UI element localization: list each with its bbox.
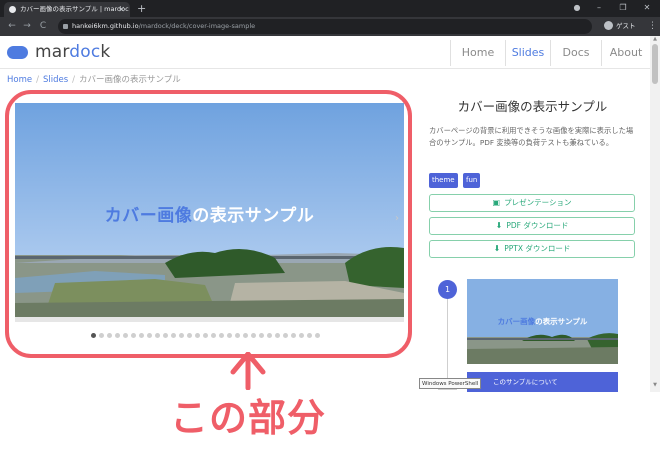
pptx-download-label: PPTX ダウンロード — [504, 244, 571, 253]
thumbnail-title-highlight: カバー画像 — [497, 317, 536, 326]
minimize-button[interactable]: – — [588, 0, 610, 17]
callout-text: この部分 — [170, 396, 327, 440]
arrow-icon — [230, 352, 266, 390]
taskbar-tooltip: Windows PowerShell — [419, 378, 482, 389]
browser-tab[interactable]: カバー画像の表示サンプル | mardoc ✕ — [4, 2, 130, 17]
download-icon: ⬇ — [495, 221, 503, 230]
slide-thumbnail[interactable]: カバー画像の表示サンプル — [467, 279, 618, 364]
tab-title: カバー画像の表示サンプル | mardoc — [20, 5, 129, 13]
nav-docs[interactable]: Docs — [551, 36, 601, 69]
breadcrumb: Home / Slides / カバー画像の表示サンプル — [7, 73, 181, 85]
thumbnail-title: カバー画像の表示サンプル — [467, 316, 618, 327]
browser-tab-bar: カバー画像の表示サンプル | mardoc ✕ + ● – ❐ ✕ — [0, 0, 660, 17]
timeline-step-number[interactable]: 1 — [438, 280, 457, 299]
pptx-download-button[interactable]: ⬇ PPTX ダウンロード — [429, 240, 635, 258]
deck-title: カバー画像の表示サンプル — [457, 99, 608, 114]
url-host: hankei6km.github.io — [72, 22, 139, 30]
deck-description: カバーページの背景に利用できそうな画像を実際に表示した場合のサンプル。PDF 変… — [429, 126, 634, 147]
tag-theme[interactable]: theme — [429, 173, 458, 188]
account-icon[interactable]: ● — [566, 0, 588, 17]
avatar-icon — [604, 21, 613, 30]
pdf-download-button[interactable]: ⬇ PDF ダウンロード — [429, 217, 635, 235]
breadcrumb-slides[interactable]: Slides — [43, 75, 68, 85]
favicon-icon — [9, 6, 16, 13]
logo-accent: doc — [69, 42, 101, 62]
profile-button[interactable]: ゲスト — [604, 20, 636, 33]
next-slide-card[interactable]: このサンプルについて — [467, 372, 618, 392]
thumbnail-title-rest: の表示サンプル — [535, 317, 588, 326]
presentation-label: プレゼンテーション — [504, 198, 572, 207]
url-path: /mardock/deck/cover-image-sample — [138, 22, 256, 30]
logo-icon[interactable] — [7, 46, 28, 59]
logo-part: mar — [35, 42, 70, 62]
pdf-download-label: PDF ダウンロード — [506, 221, 569, 230]
tag-fun[interactable]: fun — [463, 173, 481, 188]
close-tab-icon[interactable]: ✕ — [118, 2, 125, 17]
breadcrumb-current: カバー画像の表示サンプル — [79, 75, 181, 85]
breadcrumb-separator: / — [36, 75, 39, 85]
back-button[interactable]: ← — [5, 17, 19, 36]
download-icon: ⬇ — [493, 244, 501, 253]
site-header: mardock Home Slides Docs About — [0, 36, 650, 69]
logo-text[interactable]: mardock — [35, 41, 110, 63]
screen: カバー画像の表示サンプル | mardoc ✕ + ● – ❐ ✕ ← → C … — [0, 0, 660, 449]
breadcrumb-home[interactable]: Home — [7, 75, 32, 85]
highlight-frame — [5, 90, 412, 358]
scroll-up-icon[interactable]: ▲ — [651, 36, 659, 44]
breadcrumb-separator: / — [72, 75, 76, 85]
page-scrollbar[interactable] — [650, 36, 660, 392]
new-tab-button[interactable]: + — [137, 1, 146, 16]
window-close-button[interactable]: ✕ — [636, 0, 658, 17]
scroll-down-icon[interactable]: ▼ — [651, 382, 659, 390]
timeline-line — [447, 289, 448, 389]
reload-button[interactable]: C — [36, 17, 50, 36]
lock-icon — [63, 24, 68, 29]
address-bar[interactable]: hankei6km.github.io/mardock/deck/cover-i… — [58, 19, 592, 34]
presentation-button[interactable]: ▣ プレゼンテーション — [429, 194, 635, 212]
scrollbar-thumb[interactable] — [652, 44, 658, 84]
logo-part: k — [100, 42, 111, 62]
nav-slides[interactable]: Slides — [506, 36, 550, 69]
restore-button[interactable]: ❐ — [612, 0, 634, 17]
profile-label: ゲスト — [616, 22, 636, 30]
presentation-icon: ▣ — [492, 198, 501, 207]
browser-menu-icon[interactable]: ⋮ — [648, 19, 657, 34]
browser-toolbar: ← → C hankei6km.github.io/mardock/deck/c… — [0, 17, 660, 36]
nav-home[interactable]: Home — [451, 36, 505, 69]
forward-button[interactable]: → — [20, 17, 34, 36]
nav-about[interactable]: About — [602, 36, 650, 69]
